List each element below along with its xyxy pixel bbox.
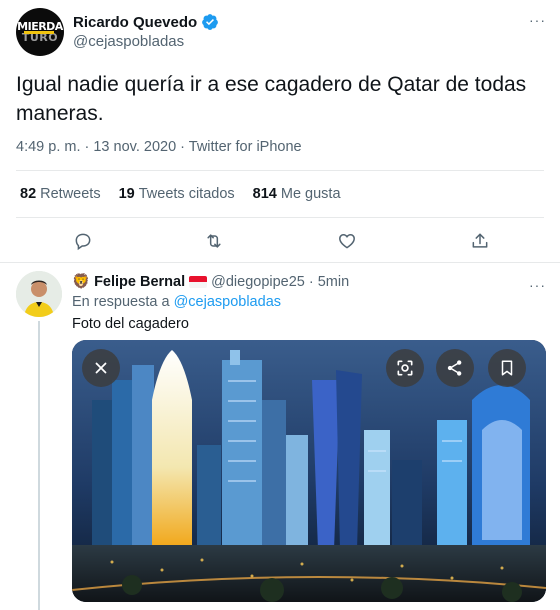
divider: [16, 217, 544, 218]
retweets-stat[interactable]: 82 Retweets: [20, 186, 101, 202]
tweet-timestamp[interactable]: 4:49 p. m. · 13 nov. 2020 · Twitter for …: [16, 139, 302, 155]
more-options-icon[interactable]: ···: [529, 277, 546, 293]
lion-emoji: 🦁: [72, 274, 91, 290]
reply-text: Foto del cagadero: [72, 316, 189, 332]
search-icon[interactable]: [386, 349, 424, 387]
author-avatar[interactable]: MIERDA TURO: [16, 8, 64, 56]
reply-icon[interactable]: [72, 230, 94, 252]
replying-to-mention[interactable]: @cejaspobladas: [174, 294, 281, 310]
tweet-actions: [0, 230, 560, 252]
author-block: Ricardo Quevedo @cejaspobladas: [73, 13, 219, 50]
thread-line: [38, 321, 40, 610]
reply-photo[interactable]: [72, 340, 546, 602]
author-handle[interactable]: @cejaspobladas: [73, 33, 219, 50]
divider: [0, 262, 560, 263]
tweet-text: Igual nadie quería ir a ese cagadero de …: [16, 73, 527, 125]
author-name[interactable]: Ricardo Quevedo: [73, 14, 197, 31]
doha-skyline-image: [72, 340, 546, 602]
replying-to: En respuesta a @cejaspobladas: [72, 294, 282, 310]
share-icon[interactable]: [436, 349, 474, 387]
reply-author-name[interactable]: Felipe Bernal: [94, 274, 185, 290]
share-icon[interactable]: [469, 230, 491, 252]
verified-badge-icon: [202, 14, 219, 30]
likes-stat[interactable]: 814 Me gusta: [253, 186, 341, 202]
close-icon[interactable]: [82, 349, 120, 387]
reply-author-handle[interactable]: @diegopipe25: [211, 274, 305, 290]
divider: [16, 170, 544, 171]
reply-avatar[interactable]: [16, 271, 62, 317]
flag-icon: [189, 275, 208, 288]
quote-tweets-stat[interactable]: 19 Tweets citados: [119, 186, 235, 202]
more-options-icon[interactable]: ···: [529, 12, 546, 28]
reply-header: 🦁 Felipe Bernal @diegopipe25 · 5min: [72, 273, 349, 291]
like-icon[interactable]: [336, 230, 358, 252]
tweet-stats: 82 Retweets 19 Tweets citados 814 Me gusta: [20, 186, 341, 202]
reply-time[interactable]: · 5min: [309, 274, 349, 290]
bookmark-icon[interactable]: [488, 349, 526, 387]
retweet-icon[interactable]: [203, 230, 225, 252]
